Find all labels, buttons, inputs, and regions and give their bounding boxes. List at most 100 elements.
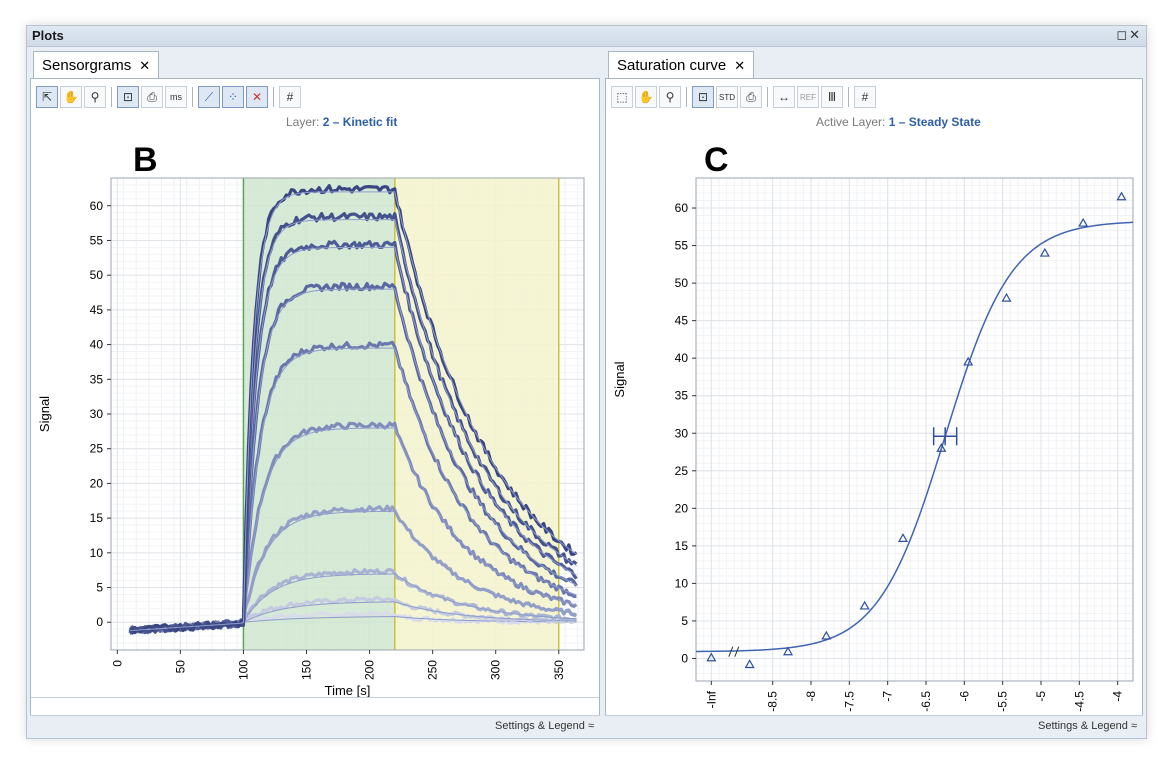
window-title: Plots [32,28,64,43]
y-tick-label: 0 [681,651,688,665]
toolbar-separator [273,87,274,107]
saturation-chart[interactable]: 0 5 10 15 20 25 30 35 40 45 50 55 60 -Inf -8.5 -8 -7.5 -7… [606,131,1142,741]
print-icon[interactable]: ⎙ [740,86,762,108]
x-tick-label: 150 [300,660,314,680]
data-point [1078,217,1089,227]
right-footer[interactable]: Settings & Legend ≈ [605,715,1143,736]
window-titlebar: Plots ◻✕ [27,26,1146,47]
layer-prefix: Layer: [286,115,323,129]
toolbar-separator [686,87,687,107]
active-layer-indicator: Active Layer: 1 – Steady State [816,115,981,129]
settings-legend-toggle[interactable]: Settings & Legend ≈ [1038,720,1137,732]
hand-icon[interactable]: ✋ [635,86,657,108]
layer-indicator: Layer: 2 – Kinetic fit [286,115,397,129]
y-tick-label: 20 [675,501,689,515]
y-tick-label: 30 [90,407,104,421]
y-tick-label: 45 [675,314,689,328]
x-tick-label: 50 [173,660,187,674]
x-tick-label: -8.5 [766,691,780,712]
ms-icon[interactable]: ms [165,86,187,108]
sensorgrams-content: ⇱ ✋ ⚲ ⊡ ⎙ ms ⟋ ⁘ ✕ # Layer: 2 – Kinetic … [30,79,600,716]
right-tabstrip: Saturation curve ✕ [605,48,1143,79]
toolbar-separator [111,87,112,107]
y-tick-label: 30 [675,426,689,440]
y-tick-label: 10 [675,576,689,590]
sensorgram-chart[interactable]: 0 5 10 15 20 25 30 35 40 45 50 55 60 0 50 100 150 200 250 3… [31,131,599,701]
y-tick-label: 25 [675,464,689,478]
data-point [1001,292,1012,302]
x-tick-label: 200 [363,660,377,680]
layer-name: 1 – Steady State [888,115,981,129]
data-point [1039,247,1050,257]
pointer-icon[interactable]: ⇱ [36,86,58,108]
x-tick-label: -Inf [704,690,718,708]
sensorgrams-panel: Sensorgrams ✕ ⇱ ✋ ⚲ ⊡ ⎙ ms ⟋ ⁘ ✕ # Layer:… [30,48,600,736]
y-tick-label: 40 [90,338,104,352]
x-tick-label: 300 [489,660,503,680]
exclude-icon[interactable]: ✕ [246,86,268,108]
panel-letter-c: C [704,141,729,179]
y-tick-label: 15 [90,511,104,525]
y-tick-label: 60 [90,199,104,213]
tab-close-icon[interactable]: ✕ [734,58,745,73]
print-icon[interactable]: ⎙ [141,86,163,108]
x-tick-label: -4.5 [1072,691,1086,712]
tab-sensorgrams[interactable]: Sensorgrams ✕ [33,51,160,78]
window-controls[interactable]: ◻✕ [1116,27,1142,43]
x-tick-label: 100 [236,660,250,680]
left-tabstrip: Sensorgrams ✕ [30,48,600,79]
layer-name: 2 – Kinetic fit [322,115,398,129]
x-tick-label: 350 [552,660,566,680]
tab-close-icon[interactable]: ✕ [139,58,150,73]
bars-icon[interactable]: Ⅲ [821,86,843,108]
x-tick-label: -6 [957,691,971,702]
y-axis-label: Signal [37,396,52,432]
settings-legend-toggle[interactable]: Settings & Legend ≈ [495,720,594,732]
x-tick-label: -6.5 [919,691,933,712]
left-footer[interactable]: Settings & Legend ≈ [30,715,600,736]
ec50-marker [932,427,958,446]
grid [695,177,1134,682]
x-axis-label: Time [s] [325,683,371,698]
zoom-icon[interactable]: ⚲ [659,86,681,108]
y-tick-label: 35 [675,389,689,403]
data-point [1116,191,1127,201]
select-box-icon[interactable]: ⬚ [611,86,633,108]
plots-window: Plots ◻✕ Sensorgrams ✕ ⇱ ✋ ⚲ ⊡ ⎙ ms ⟋ ⁘ ✕ [26,25,1147,739]
line-view-icon[interactable]: ⟋ [198,86,220,108]
scatter-view-icon[interactable]: ⁘ [222,86,244,108]
x-tick-label: -4 [1111,691,1125,702]
hand-icon[interactable]: ✋ [60,86,82,108]
saturation-panel: Saturation curve ✕ ⬚ ✋ ⚲ ⊡ STD ⎙ ↔ REF Ⅲ … [605,48,1143,736]
y-tick-label: 35 [90,372,104,386]
x-tick-label: -5 [1034,691,1048,702]
std-icon[interactable]: STD [716,86,738,108]
y-tick-label: 15 [675,539,689,553]
tab-label: Saturation curve [617,57,727,74]
layer-prefix: Active Layer: [816,115,889,129]
y-tick-label: 5 [681,614,688,628]
zoom-box-icon[interactable]: ⊡ [692,86,714,108]
axis-break [728,646,740,657]
tab-saturation-curve[interactable]: Saturation curve ✕ [608,51,755,78]
saturation-toolbar: ⬚ ✋ ⚲ ⊡ STD ⎙ ↔ REF Ⅲ # [611,85,876,109]
y-tick-label: 10 [90,546,104,560]
tab-label: Sensorgrams [42,57,132,74]
y-tick-label: 5 [96,581,103,595]
zoom-icon[interactable]: ⚲ [84,86,106,108]
y-tick-label: 0 [96,615,103,629]
zoom-box-icon[interactable]: ⊡ [117,86,139,108]
y-tick-label: 50 [90,268,104,282]
x-tick-label: 0 [110,660,124,667]
grid-icon[interactable]: # [854,86,876,108]
saturation-content: ⬚ ✋ ⚲ ⊡ STD ⎙ ↔ REF Ⅲ # Active Layer: 1 … [605,79,1143,731]
x-tick-label: -7.5 [842,691,856,712]
grid-icon[interactable]: # [279,86,301,108]
error-bar-icon[interactable]: ↔ [773,86,795,108]
panel-letter-b: B [133,141,158,179]
x-tick-label: -7 [881,691,895,702]
ref-icon[interactable]: REF [797,86,819,108]
toolbar-separator [848,87,849,107]
y-tick-label: 25 [90,442,104,456]
y-tick-label: 40 [675,351,689,365]
